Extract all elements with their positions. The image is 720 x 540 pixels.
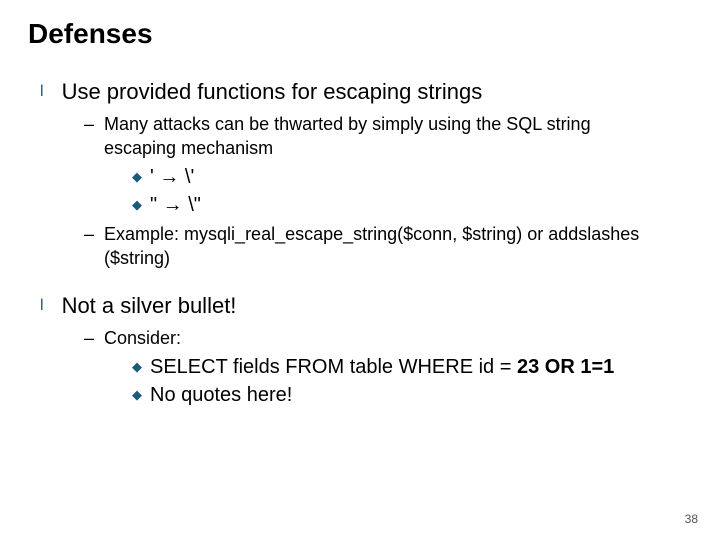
query-injection: 23 OR 1=1: [517, 356, 614, 378]
escape-rule-1-text: ' → \': [150, 164, 194, 190]
subbullet-1-1-text: Many attacks can be thwarted by simply u…: [104, 112, 664, 160]
bullet-l1-marker: l: [40, 292, 44, 320]
subbullet-2-1-text: Consider:: [104, 326, 181, 350]
bullet-1-text: Use provided functions for escaping stri…: [62, 78, 483, 106]
subbullet-1-2: – Example: mysqli_real_escape_string($co…: [84, 222, 692, 270]
subbullet-2-1: – Consider:: [84, 326, 692, 350]
bullet-2-text: Not a silver bullet!: [62, 292, 237, 320]
diamond-marker: ◆: [132, 164, 142, 190]
diamond-marker: ◆: [132, 192, 142, 218]
escape-rule-2-text: " → \": [150, 192, 201, 218]
dash-marker: –: [84, 326, 94, 350]
diamond-marker: ◆: [132, 354, 142, 380]
sql-query-text: SELECT fields FROM table WHERE id = 23 O…: [150, 354, 614, 380]
subbullet-1-2-text: Example: mysqli_real_escape_string($conn…: [104, 222, 664, 270]
escape-rule-1: ◆ ' → \': [132, 164, 692, 190]
bullet-2: l Not a silver bullet!: [40, 292, 692, 320]
dash-marker: –: [84, 222, 94, 246]
sql-query-line: ◆ SELECT fields FROM table WHERE id = 23…: [132, 354, 692, 380]
diamond-marker: ◆: [132, 382, 142, 408]
subbullet-1-1: – Many attacks can be thwarted by simply…: [84, 112, 692, 160]
no-quotes-text: No quotes here!: [150, 382, 292, 408]
page-number: 38: [685, 512, 698, 526]
query-mid: fields FROM table WHERE id =: [227, 356, 517, 378]
query-select: SELECT: [150, 356, 227, 378]
no-quotes-line: ◆ No quotes here!: [132, 382, 692, 408]
escape-rule-2: ◆ " → \": [132, 192, 692, 218]
bullet-l1-marker: l: [40, 78, 44, 106]
no-quotes-prefix: No: [150, 384, 176, 406]
dash-marker: –: [84, 112, 94, 136]
slide-title: Defenses: [28, 18, 692, 50]
bullet-1: l Use provided functions for escaping st…: [40, 78, 692, 106]
no-quotes-rest: quotes here!: [176, 384, 293, 406]
